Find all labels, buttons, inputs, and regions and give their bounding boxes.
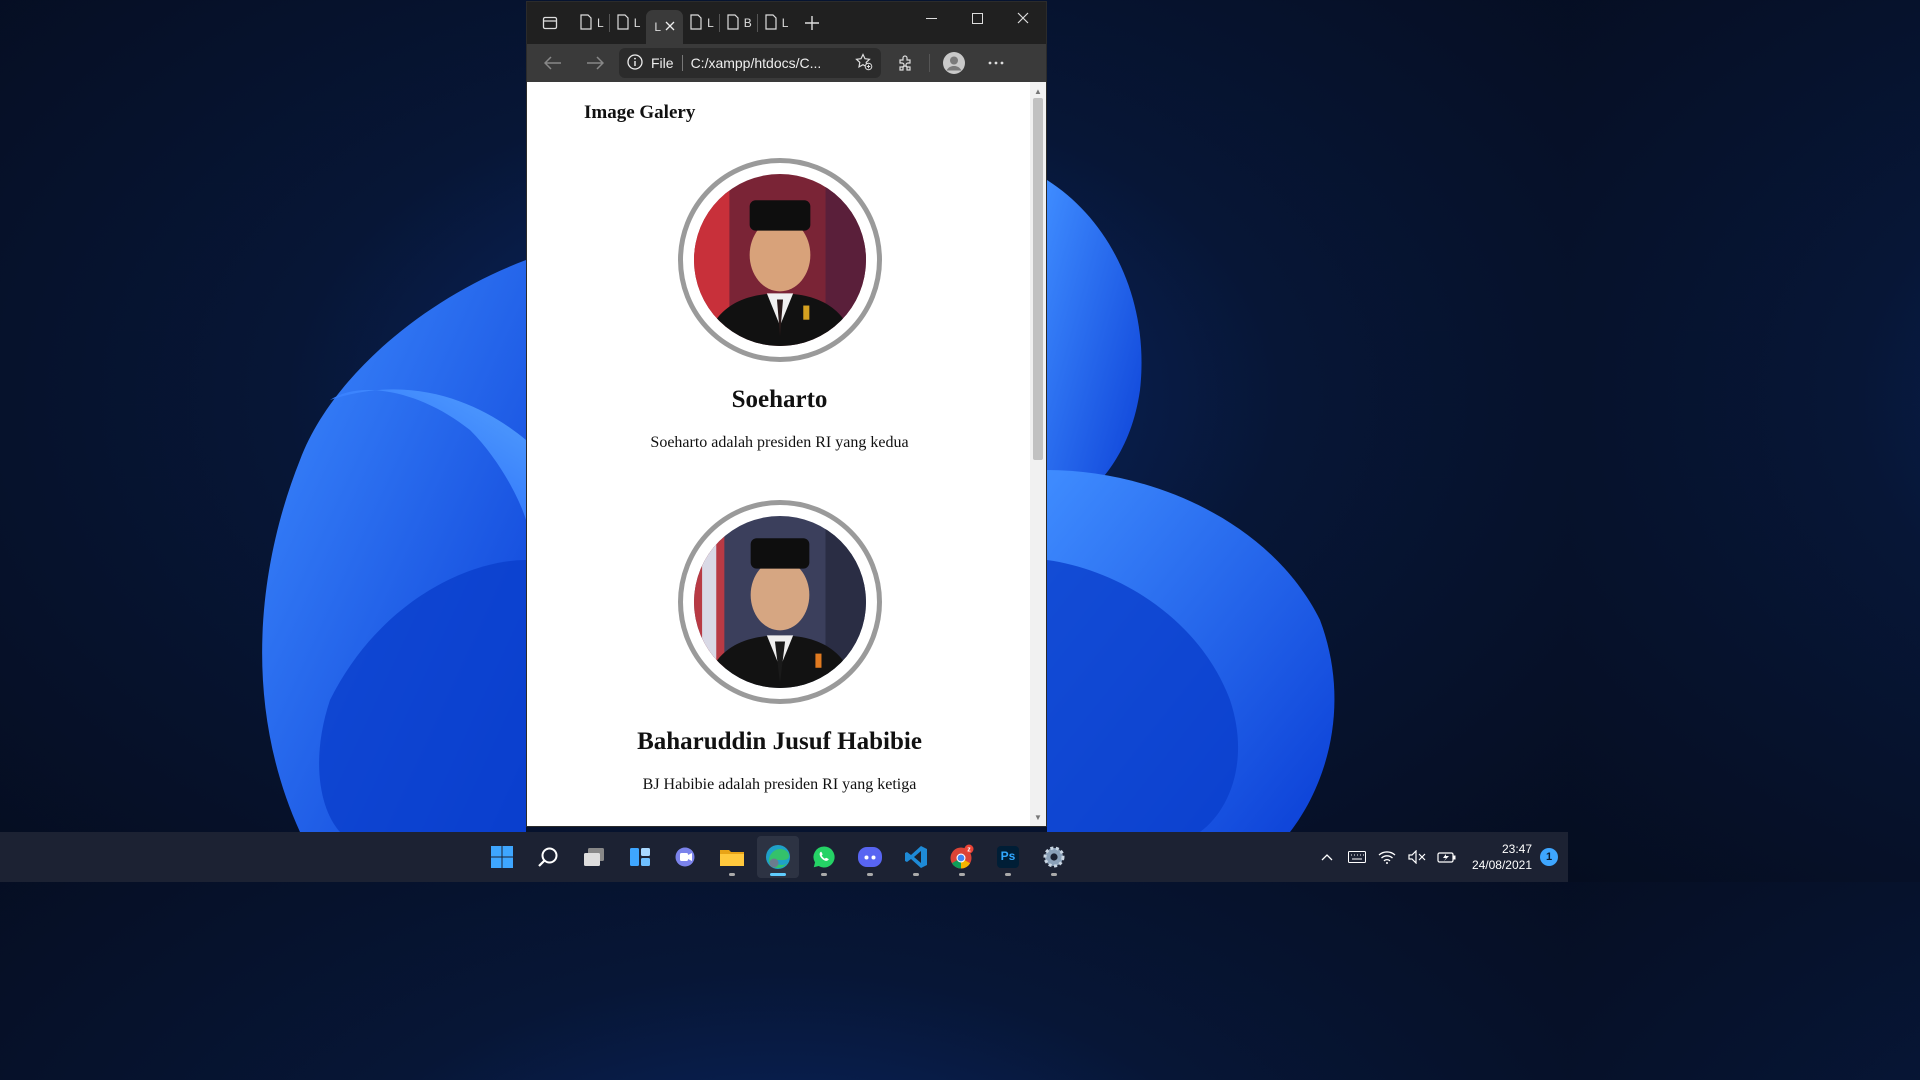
card-description: BJ Habibie adalah presiden RI yang ketig… bbox=[642, 776, 917, 793]
photoshop-icon[interactable]: Ps bbox=[987, 836, 1029, 878]
info-icon[interactable] bbox=[627, 53, 643, 73]
arrow-right-icon bbox=[587, 56, 604, 70]
tab-actions-icon[interactable] bbox=[527, 2, 573, 44]
system-tray: 23:47 24/08/2021 1 bbox=[1316, 832, 1568, 882]
edge-icon[interactable] bbox=[757, 836, 799, 878]
tab-2[interactable]: L bbox=[610, 2, 647, 44]
close-tab-icon[interactable] bbox=[665, 20, 675, 34]
arrow-left-icon bbox=[544, 56, 561, 70]
windows-start-icon[interactable] bbox=[481, 836, 523, 878]
clock-date: 24/08/2021 bbox=[1471, 858, 1532, 872]
chevron-up-icon[interactable] bbox=[1316, 846, 1338, 868]
page-icon bbox=[764, 13, 778, 33]
card-description: Soeharto adalah presiden RI yang kedua bbox=[650, 434, 909, 451]
discord-icon[interactable] bbox=[849, 836, 891, 878]
scheme-label: File bbox=[651, 55, 674, 71]
page-icon bbox=[616, 13, 630, 33]
window-controls bbox=[908, 2, 1046, 44]
clock-time: 23:47 bbox=[1501, 842, 1532, 856]
add-favorite-icon[interactable] bbox=[855, 52, 873, 74]
card-title: Baharuddin Jusuf Habibie bbox=[637, 728, 922, 755]
address-bar[interactable]: File C:/xampp/htdocs/C... bbox=[619, 48, 881, 78]
file-explorer-icon[interactable] bbox=[711, 836, 753, 878]
vscode-icon[interactable] bbox=[895, 836, 937, 878]
browser-toolbar: File C:/xampp/htdocs/C... bbox=[527, 44, 1046, 82]
taskbar: z Ps 23:47 24/08/2021 1 bbox=[0, 832, 1568, 882]
whatsapp-icon[interactable] bbox=[803, 836, 845, 878]
svg-text:z: z bbox=[967, 847, 971, 854]
task-view-icon[interactable] bbox=[573, 836, 615, 878]
card-title: Soeharto bbox=[731, 386, 828, 413]
page-title: Image Galery bbox=[584, 102, 696, 123]
search-icon[interactable] bbox=[527, 836, 569, 878]
photo-frame bbox=[677, 500, 882, 704]
photo-frame bbox=[677, 158, 882, 362]
forward-button[interactable] bbox=[577, 48, 613, 78]
chrome-icon[interactable]: z bbox=[941, 836, 983, 878]
profile-avatar-icon[interactable] bbox=[936, 48, 972, 78]
minimize-button[interactable] bbox=[908, 2, 954, 34]
wifi-icon[interactable] bbox=[1376, 846, 1398, 868]
settings-icon[interactable] bbox=[1033, 836, 1075, 878]
tab-label: L bbox=[633, 16, 641, 30]
tab-4[interactable]: L bbox=[683, 2, 720, 44]
tab-label: L bbox=[597, 16, 604, 30]
photoshop-label: Ps bbox=[1000, 849, 1016, 863]
back-button[interactable] bbox=[535, 48, 571, 78]
notification-badge[interactable]: 1 bbox=[1540, 848, 1558, 866]
widgets-icon[interactable] bbox=[619, 836, 661, 878]
tab-3-active[interactable]: L bbox=[646, 10, 684, 44]
tab-strip: L L L L B L bbox=[527, 2, 1046, 44]
url-text[interactable]: C:/xampp/htdocs/C... bbox=[691, 55, 847, 71]
tab-label: B bbox=[743, 16, 752, 30]
president-photo-habibie[interactable] bbox=[693, 516, 866, 688]
page-icon bbox=[579, 13, 593, 33]
page-icon bbox=[726, 13, 740, 33]
maximize-button[interactable] bbox=[954, 2, 1000, 34]
keyboard-icon[interactable] bbox=[1346, 846, 1368, 868]
tab-5[interactable]: B bbox=[720, 2, 758, 44]
plus-icon bbox=[805, 16, 820, 30]
more-menu-icon[interactable] bbox=[978, 48, 1014, 78]
volume-muted-icon[interactable] bbox=[1406, 846, 1428, 868]
close-button[interactable] bbox=[1000, 2, 1046, 34]
president-photo-soeharto[interactable] bbox=[693, 174, 866, 346]
tab-label: L bbox=[707, 16, 714, 30]
clock[interactable]: 23:47 24/08/2021 bbox=[1472, 841, 1532, 873]
tab-6[interactable]: L bbox=[758, 2, 795, 44]
scroll-down-icon[interactable]: ▼ bbox=[1030, 810, 1046, 824]
new-tab-button[interactable] bbox=[794, 2, 830, 44]
teams-chat-icon[interactable] bbox=[665, 836, 707, 878]
vertical-scrollbar[interactable]: ▲ ▼ bbox=[1030, 82, 1046, 826]
tab-label: L bbox=[654, 20, 662, 34]
web-page: Image Galery Soeharto Soeharto adalah pr… bbox=[527, 82, 1030, 826]
gallery-card: Baharuddin Jusuf Habibie BJ Habibie adal… bbox=[527, 500, 1032, 794]
gallery-card: Soeharto Soeharto adalah presiden RI yan… bbox=[527, 158, 1032, 452]
page-icon bbox=[689, 13, 703, 33]
tab-1[interactable]: L bbox=[573, 2, 610, 44]
taskbar-apps: z Ps bbox=[481, 832, 1075, 882]
tab-label: L bbox=[781, 16, 789, 30]
scrollbar-thumb[interactable] bbox=[1033, 98, 1043, 460]
extensions-icon[interactable] bbox=[887, 48, 923, 78]
battery-charging-icon[interactable] bbox=[1436, 846, 1458, 868]
scroll-up-icon[interactable]: ▲ bbox=[1030, 84, 1046, 98]
page-viewport[interactable]: Image Galery Soeharto Soeharto adalah pr… bbox=[527, 82, 1046, 826]
browser-window: L L L L B L File C:/xampp/htdocs/C... Im… bbox=[526, 1, 1047, 827]
